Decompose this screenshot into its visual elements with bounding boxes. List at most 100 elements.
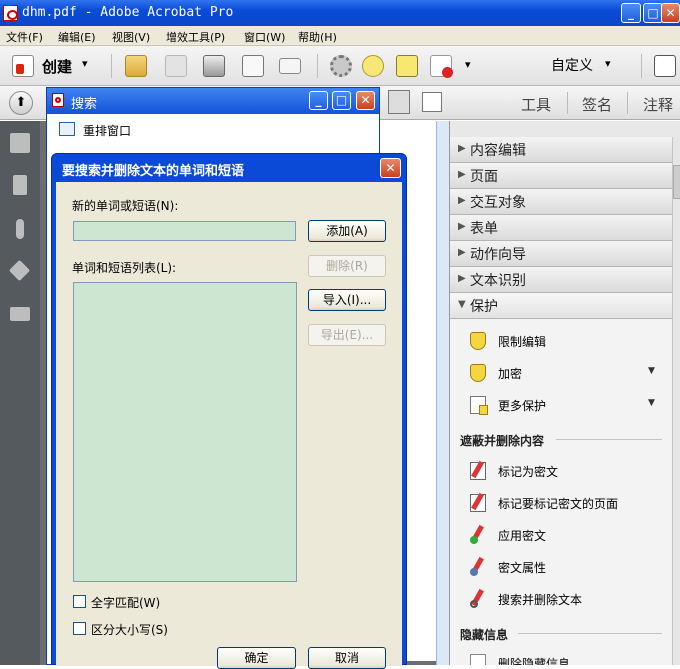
add-button[interactable]: 添加(A) <box>308 220 386 242</box>
tab-divider <box>627 92 628 114</box>
arrange-windows-link[interactable]: 重排窗口 <box>83 122 131 139</box>
shield-icon <box>470 364 486 382</box>
expand-arrow-icon: ▶ <box>458 273 466 284</box>
section-label: 动作向导 <box>470 247 526 263</box>
item-label: 限制编辑 <box>498 335 547 349</box>
page-up-icon[interactable]: ⬆ <box>9 91 33 115</box>
section-action-wizard[interactable]: ▶ 动作向导 <box>450 241 672 267</box>
email-icon[interactable] <box>279 58 301 74</box>
signature-icon[interactable] <box>10 307 30 321</box>
mark-redaction-item[interactable]: 标记为密文 <box>468 459 668 483</box>
pages-icon[interactable] <box>10 133 30 153</box>
section-label: 保护 <box>470 299 498 315</box>
group-divider <box>556 439 662 440</box>
tab-comment[interactable]: 注释 <box>643 94 673 115</box>
section-content-edit[interactable]: ▶ 内容编辑 <box>450 137 672 163</box>
whole-word-checkbox[interactable] <box>73 595 86 608</box>
pen-properties-icon <box>470 556 486 576</box>
redaction-properties-item[interactable]: 密文属性 <box>468 555 668 579</box>
item-label: 删除隐藏信息 <box>498 657 571 665</box>
panel-scroll-thumb[interactable] <box>673 165 680 199</box>
dropdown-arrow-icon[interactable]: ▼ <box>648 398 655 408</box>
expand-arrow-icon: ▶ <box>458 247 466 258</box>
section-protect[interactable]: ▼ 保护 <box>450 293 672 319</box>
attachment-icon[interactable] <box>16 219 24 239</box>
word-list-box[interactable] <box>73 282 297 582</box>
match-case-checkbox[interactable] <box>73 622 86 635</box>
search-remove-text-item[interactable]: 搜索并删除文本 <box>468 587 668 611</box>
item-label: 密文属性 <box>498 561 547 575</box>
search-remove-dialog: 要搜索并删除文本的单词和短语 ✕ 新的单词或短语(N): 添加(A) 单词和短语… <box>51 153 407 669</box>
save-page-icon[interactable] <box>388 90 410 114</box>
section-forms[interactable]: ▶ 表单 <box>450 215 672 241</box>
highlight-text-icon[interactable] <box>396 55 418 77</box>
close-button[interactable]: ✕ <box>661 3 680 23</box>
dropdown-arrow-icon[interactable]: ▼ <box>648 366 655 376</box>
dialog-titlebar: 要搜索并删除文本的单词和短语 ✕ <box>52 154 406 182</box>
pen-apply-icon <box>470 524 486 544</box>
mark-pages-item[interactable]: 标记要标记密文的页面 <box>468 491 668 515</box>
menu-plugins[interactable]: 增效工具(P) <box>166 29 225 45</box>
tab-tools[interactable]: 工具 <box>521 94 551 115</box>
panel-scrollbar[interactable] <box>672 137 680 665</box>
maximize-button[interactable]: □ <box>643 3 663 23</box>
section-label: 内容编辑 <box>470 143 526 159</box>
search-maximize-button[interactable]: □ <box>332 91 351 110</box>
shield-icon <box>470 332 486 350</box>
search-close-button[interactable]: ✕ <box>356 91 375 110</box>
minimize-button[interactable]: _ <box>621 3 641 23</box>
section-label: 交互对象 <box>470 195 526 211</box>
redact-stop-icon[interactable] <box>430 55 453 78</box>
search-minimize-button[interactable]: _ <box>309 91 328 110</box>
dialog-close-button[interactable]: ✕ <box>380 158 401 178</box>
tab-sign[interactable]: 签名 <box>582 94 612 115</box>
menu-window[interactable]: 窗口(W) <box>244 29 285 45</box>
remove-hidden-info-item[interactable]: 删除隐藏信息 <box>468 651 668 665</box>
customize-button[interactable]: 自定义 <box>551 55 593 75</box>
customize-dropdown-icon[interactable]: ▾ <box>605 57 611 70</box>
item-label: 搜索并删除文本 <box>498 593 583 607</box>
import-button[interactable]: 导入(I)... <box>308 289 386 311</box>
toolbar-separator <box>641 54 642 78</box>
item-label: 更多保护 <box>498 399 547 413</box>
menu-help[interactable]: 帮助(H) <box>298 29 337 45</box>
new-word-label: 新的单词或短语(N): <box>72 199 179 213</box>
menu-file[interactable]: 文件(F) <box>6 29 43 45</box>
section-label: 页面 <box>470 169 498 185</box>
comment-bubble-icon[interactable] <box>362 55 384 77</box>
document-scrollbar[interactable] <box>436 121 449 665</box>
create-button[interactable]: 创建 ▾ <box>8 52 96 80</box>
create-pdf-icon <box>12 55 34 77</box>
restrict-editing-item[interactable]: 限制编辑 <box>468 329 668 353</box>
more-protection-item[interactable]: 更多保护 ▼ <box>468 393 668 417</box>
toolbar: 创建 ▾ ▾ 自定义 ▾ <box>0 46 680 86</box>
remove-button[interactable]: 删除(R) <box>308 255 386 277</box>
section-label: 文本识别 <box>470 273 526 289</box>
section-pages[interactable]: ▶ 页面 <box>450 163 672 189</box>
toolbar-more-icon[interactable]: ▾ <box>465 58 471 71</box>
layers-icon[interactable] <box>8 259 31 282</box>
ok-button[interactable]: 确定 <box>217 647 296 669</box>
arrange-windows-icon[interactable] <box>59 122 75 136</box>
gear-icon[interactable] <box>330 55 352 77</box>
apply-redactions-item[interactable]: 应用密文 <box>468 523 668 547</box>
acrobat-icon <box>3 5 18 21</box>
new-word-input[interactable] <box>73 221 296 241</box>
encrypt-item[interactable]: 加密 ▼ <box>468 361 668 385</box>
edit-document-icon[interactable] <box>242 55 264 77</box>
bookmark-icon[interactable] <box>13 175 27 195</box>
open-folder-icon[interactable] <box>125 55 147 77</box>
pen-search-icon <box>470 588 486 608</box>
menu-edit[interactable]: 编辑(E) <box>58 29 96 45</box>
section-interactive[interactable]: ▶ 交互对象 <box>450 189 672 215</box>
redact-group-header: 遮蔽并删除内容 <box>460 434 545 448</box>
create-label: 创建 <box>42 58 73 76</box>
save-icon[interactable] <box>165 55 187 77</box>
fit-page-icon[interactable] <box>422 92 442 112</box>
section-text-recognition[interactable]: ▶ 文本识别 <box>450 267 672 293</box>
full-screen-icon[interactable] <box>654 55 676 77</box>
menu-view[interactable]: 视图(V) <box>112 29 150 45</box>
export-button[interactable]: 导出(E)... <box>308 324 386 346</box>
print-icon[interactable] <box>203 55 225 77</box>
cancel-button[interactable]: 取消 <box>308 647 386 669</box>
